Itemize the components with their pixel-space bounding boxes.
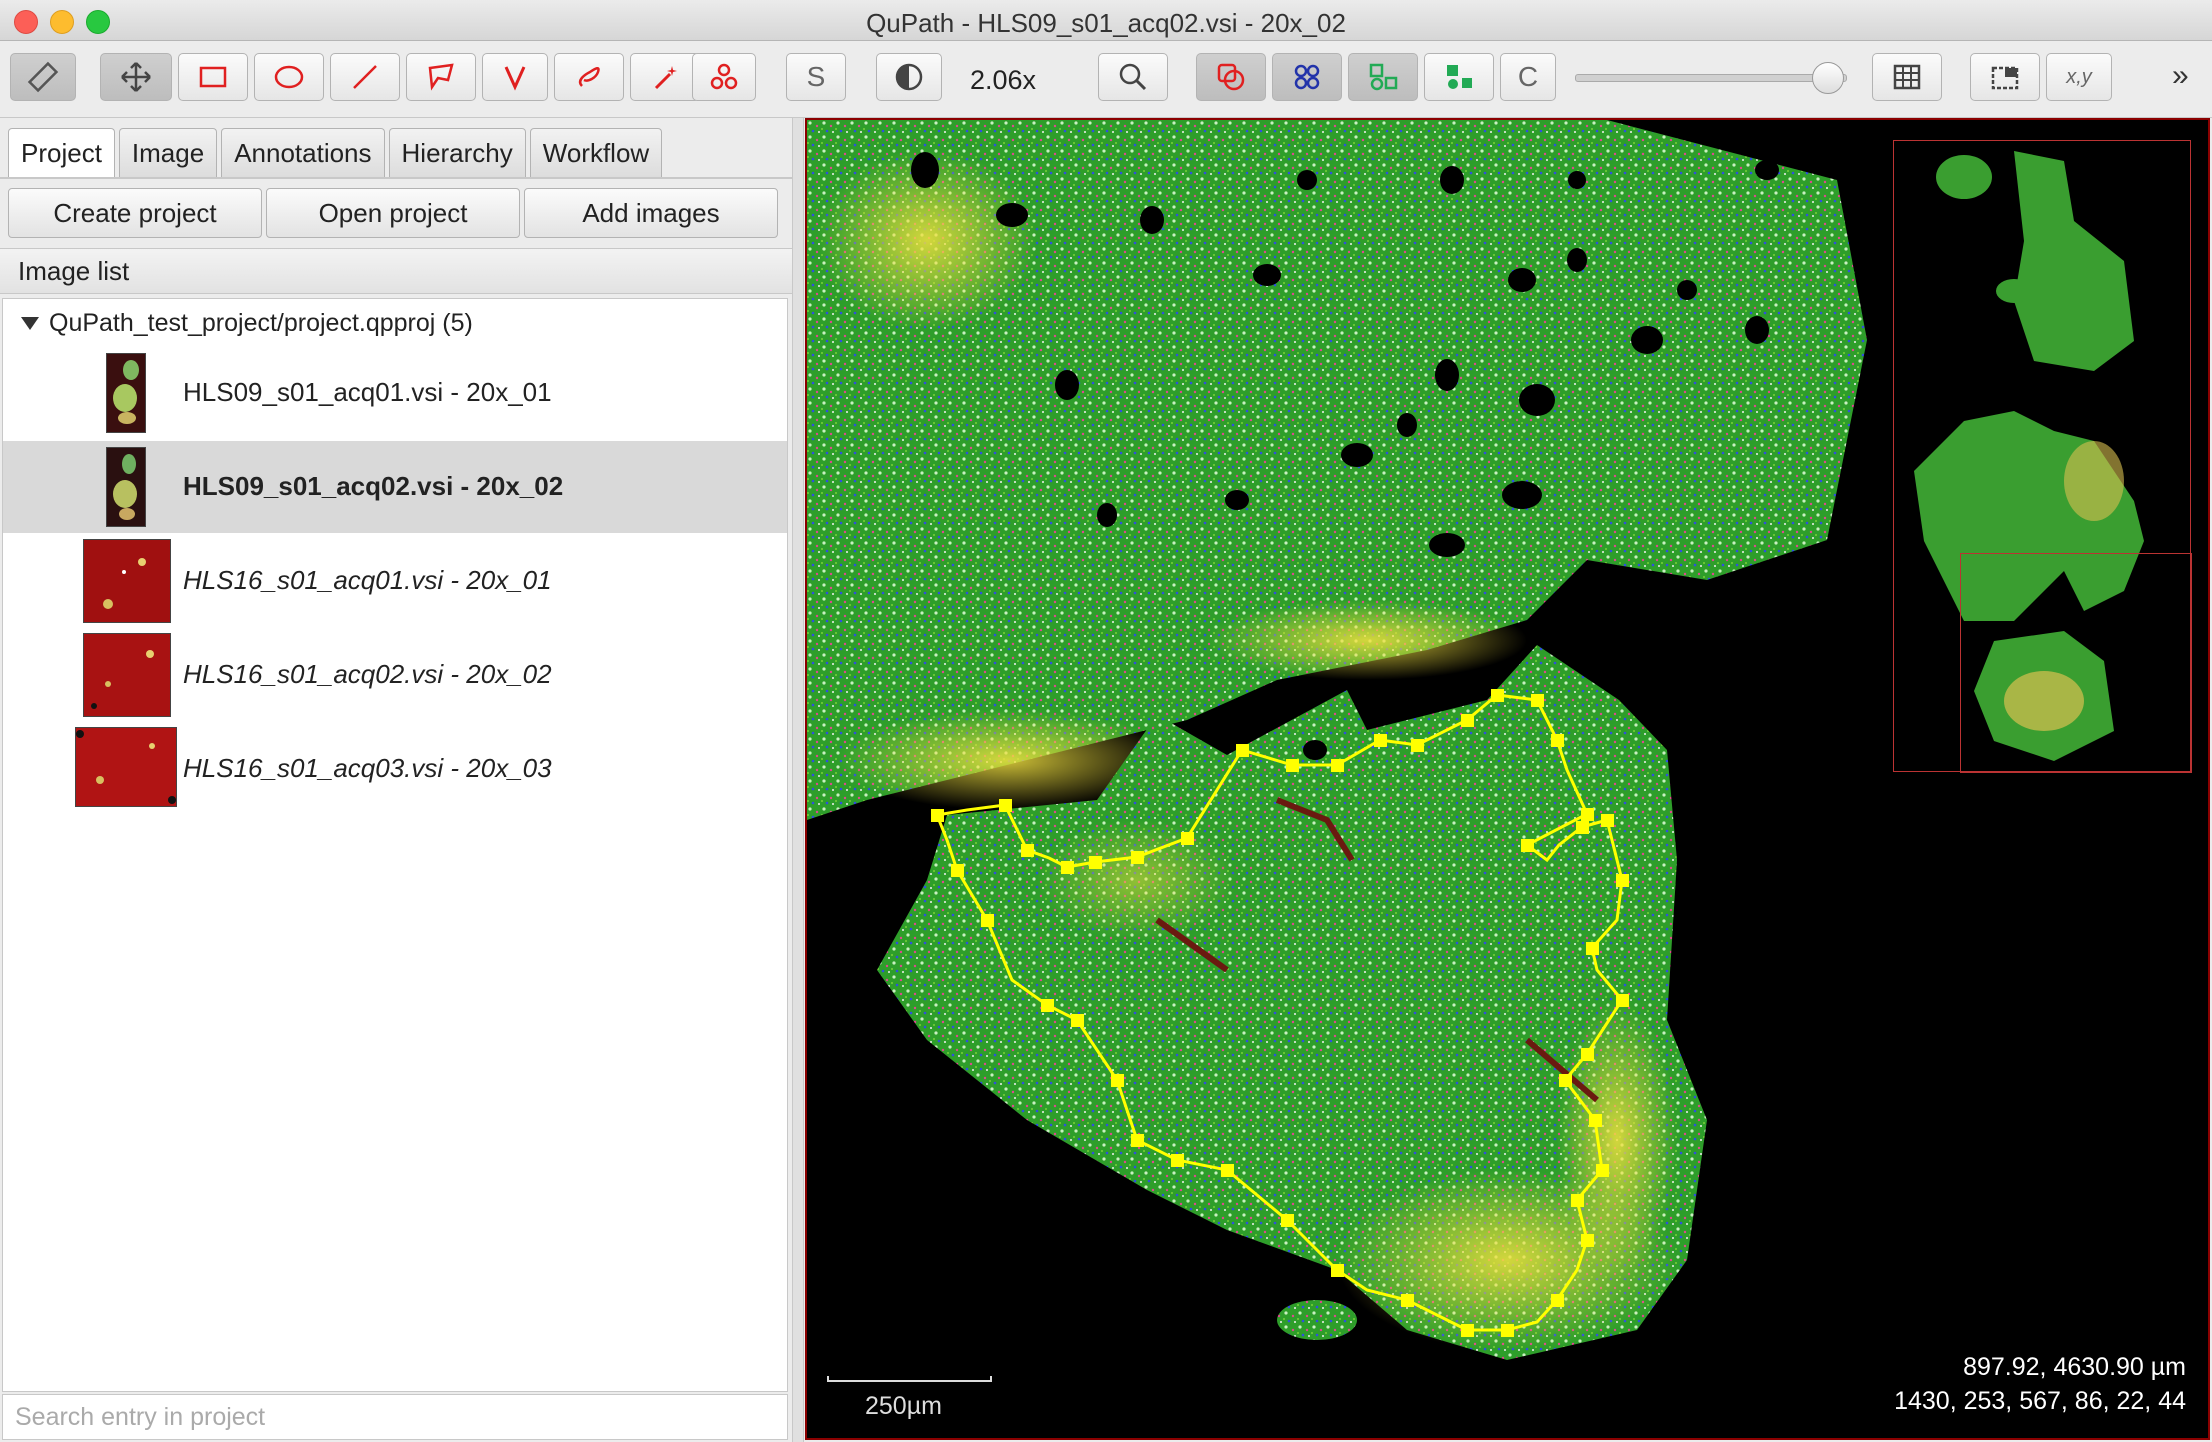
list-item[interactable]: HLS16_s01_acq02.vsi - 20x_02 <box>3 629 787 721</box>
project-buttons: Create project Open project Add images <box>8 188 778 238</box>
image-viewer[interactable]: 250µm 897.92, 4630.90 µm 1430, 253, 567,… <box>805 118 2210 1440</box>
show-annotations-icon <box>1217 63 1245 91</box>
move-tool-button[interactable] <box>100 53 172 101</box>
polygon-icon <box>428 63 454 91</box>
project-panel: Project Image Annotations Hierarchy Work… <box>0 118 792 1442</box>
open-project-button[interactable]: Open project <box>266 188 520 238</box>
fill-detections-icon <box>1447 65 1472 89</box>
ruler-tool-button[interactable] <box>10 53 76 101</box>
show-annotations-button[interactable] <box>1196 53 1266 101</box>
contrast-icon <box>895 63 923 91</box>
panel-tabs: Project Image Annotations Hierarchy Work… <box>8 128 663 178</box>
coordinates-button[interactable]: x,y <box>2046 53 2112 101</box>
image-list[interactable]: QuPath_test_project/project.qpproj (5) H… <box>2 298 788 1392</box>
tab-divider <box>0 177 792 179</box>
polyline-icon <box>504 66 526 91</box>
image-thumbnail <box>83 633 171 717</box>
ellipse-tool-button[interactable] <box>254 53 324 101</box>
list-item[interactable]: HLS16_s01_acq03.vsi - 20x_03 <box>3 723 787 815</box>
show-detections-button[interactable] <box>1272 53 1342 101</box>
wand-tool-button[interactable] <box>630 53 700 101</box>
image-thumbnail <box>106 447 146 527</box>
grid-button[interactable] <box>1872 53 1942 101</box>
rectangle-tool-button[interactable] <box>178 53 248 101</box>
project-root-label: QuPath_test_project/project.qpproj (5) <box>49 309 473 337</box>
ellipse-icon <box>274 65 304 89</box>
polyline-tool-button[interactable] <box>482 53 548 101</box>
list-item-name: HLS09_s01_acq02.vsi - 20x_02 <box>183 471 564 501</box>
selection-mode-button[interactable]: S <box>786 53 846 101</box>
scale-bar <box>827 1376 992 1382</box>
list-item-name: HLS16_s01_acq01.vsi - 20x_01 <box>183 565 552 595</box>
image-thumbnail <box>106 353 146 433</box>
cell-boundaries-button[interactable]: C <box>1500 53 1556 101</box>
tab-project[interactable]: Project <box>8 128 115 178</box>
zoom-to-fit-button[interactable] <box>1098 53 1168 101</box>
pixel-values: 1430, 253, 567, 86, 22, 44 <box>1894 1387 2186 1415</box>
selection-mode-label: S <box>806 61 826 92</box>
create-project-button[interactable]: Create project <box>8 188 262 238</box>
toolbar-overflow-button[interactable]: » <box>2172 59 2189 93</box>
title-bar: QuPath - HLS09_s01_acq02.vsi - 20x_02 <box>0 0 2212 41</box>
image-thumbnail <box>83 539 171 623</box>
list-item-name: HLS09_s01_acq01.vsi - 20x_01 <box>183 377 552 407</box>
brush-icon <box>578 67 600 87</box>
grid-icon <box>1893 64 1921 90</box>
list-item[interactable]: HLS09_s01_acq01.vsi - 20x_01 <box>3 347 787 439</box>
move-icon <box>121 62 151 92</box>
toolbar: S 2.06x C x,y » <box>0 41 2212 118</box>
cursor-readout: 897.92, 4630.90 µm 1430, 253, 567, 86, 2… <box>1894 1350 2186 1418</box>
coordinates-label: x,y <box>2066 65 2092 88</box>
fill-annotations-icon <box>1369 63 1398 91</box>
fill-annotations-button[interactable] <box>1348 53 1418 101</box>
list-item-name: HLS16_s01_acq03.vsi - 20x_03 <box>183 753 552 783</box>
list-item-name: HLS16_s01_acq02.vsi - 20x_02 <box>183 659 552 689</box>
zoom-value: 2.06x <box>970 65 1037 95</box>
rectangle-icon <box>199 66 227 88</box>
tab-annotations[interactable]: Annotations <box>221 128 385 178</box>
overview-viewport-box[interactable] <box>1960 553 2192 773</box>
search-input[interactable]: Search entry in project <box>2 1394 788 1440</box>
show-detections-icon <box>1294 64 1320 90</box>
zoom-to-fit-icon <box>1119 63 1147 91</box>
opacity-slider-thumb[interactable] <box>1812 62 1844 94</box>
list-item[interactable]: HLS16_s01_acq01.vsi - 20x_01 <box>3 535 787 627</box>
cell-boundaries-label: C <box>1517 61 1539 92</box>
tab-image[interactable]: Image <box>118 128 218 178</box>
image-thumbnail <box>75 727 177 807</box>
project-tree-root[interactable]: QuPath_test_project/project.qpproj (5) <box>21 309 473 338</box>
add-images-button[interactable]: Add images <box>524 188 778 238</box>
brightness-contrast-button[interactable] <box>876 53 942 101</box>
window-title: QuPath - HLS09_s01_acq02.vsi - 20x_02 <box>866 8 1346 38</box>
fill-detections-button[interactable] <box>1424 53 1494 101</box>
line-tool-button[interactable] <box>330 53 400 101</box>
image-list-header[interactable]: Image list <box>0 248 792 294</box>
points-tool-button[interactable] <box>692 53 756 101</box>
overview-thumbnail[interactable] <box>1893 140 2192 773</box>
overview-button[interactable] <box>1970 53 2040 101</box>
expand-triangle-icon[interactable] <box>21 317 39 330</box>
wand-icon <box>654 66 677 90</box>
line-icon <box>353 65 377 89</box>
points-icon <box>710 63 738 90</box>
list-item[interactable]: HLS09_s01_acq02.vsi - 20x_02 <box>3 441 787 533</box>
opacity-slider[interactable] <box>1575 74 1847 82</box>
tab-hierarchy[interactable]: Hierarchy <box>388 128 526 178</box>
scale-bar-label: 250µm <box>865 1392 942 1420</box>
overview-icon <box>1991 66 2019 90</box>
panel-splitter[interactable] <box>792 118 804 1442</box>
ruler-icon <box>27 61 59 93</box>
tab-workflow[interactable]: Workflow <box>529 128 663 178</box>
polygon-tool-button[interactable] <box>406 53 476 101</box>
brush-tool-button[interactable] <box>554 53 624 101</box>
cursor-position: 897.92, 4630.90 µm <box>1963 1353 2186 1381</box>
